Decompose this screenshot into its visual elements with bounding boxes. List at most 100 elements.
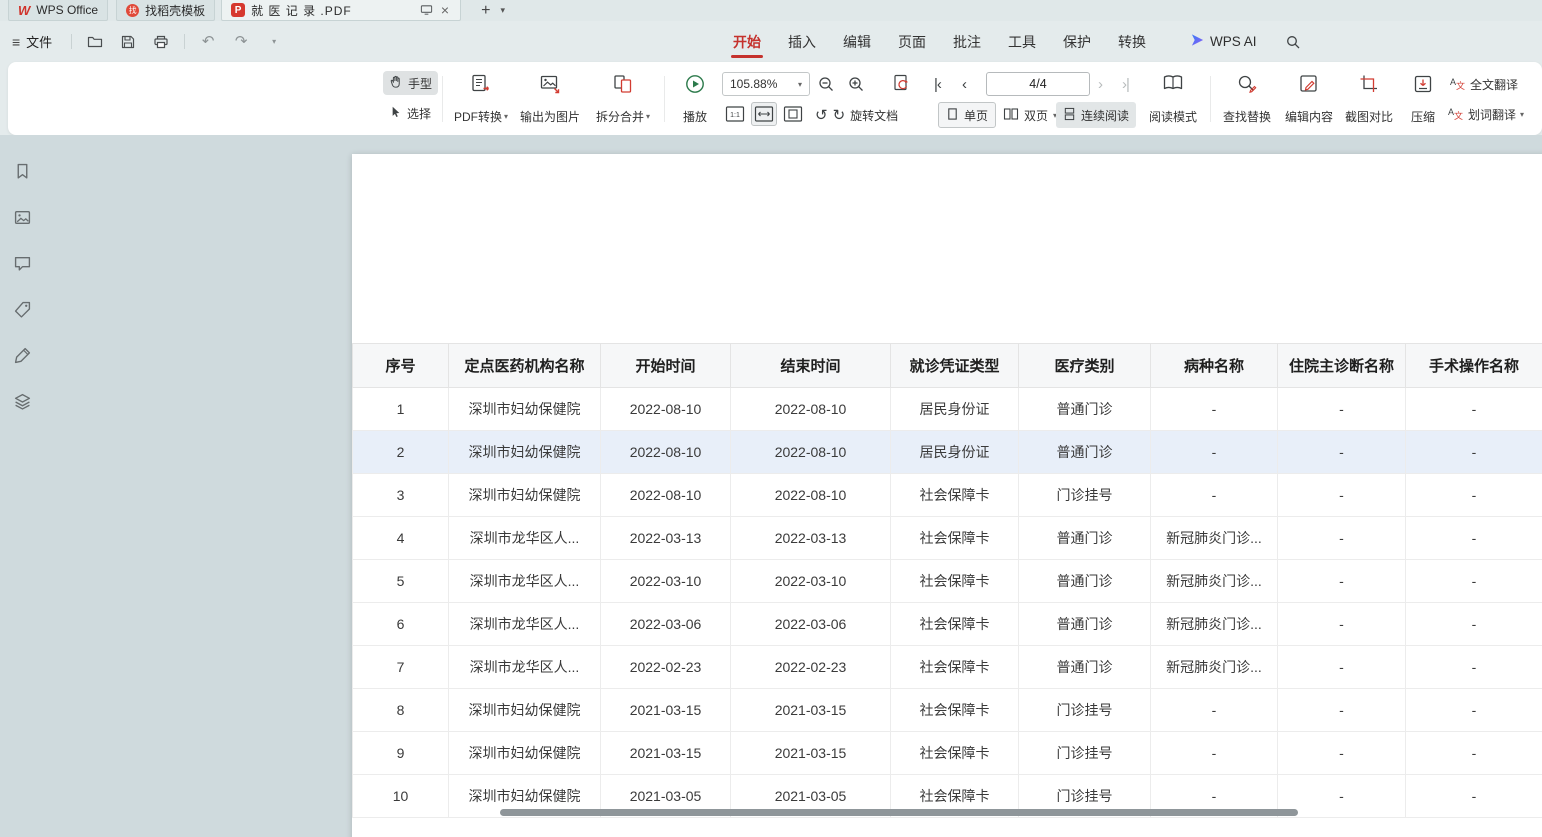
full-translate-button[interactable]: A文 全文翻译 — [1450, 73, 1518, 95]
page-number-input[interactable]: 4/4 — [986, 72, 1090, 96]
read-mode-icon — [1162, 73, 1184, 96]
ribbon-tab-tools[interactable]: 工具 — [1008, 21, 1036, 62]
word-translate-button[interactable]: A文 划词翻译 ▾ — [1448, 103, 1524, 125]
ribbon-tab-protect[interactable]: 保护 — [1063, 21, 1091, 62]
undo-icon[interactable]: ↶ — [198, 31, 218, 53]
play-button[interactable]: 播放 — [672, 70, 718, 128]
table-cell: - — [1406, 689, 1542, 732]
rotate-document-button[interactable]: ↺ ↻ 旋转文档 — [808, 102, 905, 128]
redo-icon[interactable]: ↷ — [231, 31, 251, 53]
zoom-level-select[interactable]: 105.88% ▾ — [722, 72, 810, 96]
comment-icon[interactable] — [10, 251, 34, 275]
table-cell: - — [1151, 732, 1278, 775]
tab-document[interactable]: P 就 医 记 录 .PDF × — [221, 0, 461, 21]
play-label: 播放 — [683, 111, 707, 123]
signature-pen-icon[interactable] — [10, 343, 34, 367]
table-cell: 2021-03-15 — [601, 732, 731, 775]
table-cell: 2021-03-15 — [731, 732, 891, 775]
ribbon-tab-convert[interactable]: 转换 — [1118, 21, 1146, 62]
export-image-label: 输出为图片 — [520, 111, 580, 123]
table-cell: 社会保障卡 — [891, 646, 1019, 689]
thumbnail-icon[interactable] — [10, 205, 34, 229]
ribbon-tab-comment[interactable]: 批注 — [953, 21, 981, 62]
open-folder-icon[interactable] — [85, 31, 105, 53]
double-page-button[interactable]: 双页 ▾ — [996, 102, 1064, 128]
single-page-button[interactable]: 单页 — [938, 102, 996, 128]
tab-label: 找稻壳模板 — [145, 2, 205, 19]
tag-icon[interactable] — [10, 297, 34, 321]
tab-docer[interactable]: 找 找稻壳模板 — [116, 0, 215, 21]
table-cell: 6 — [353, 603, 449, 646]
tab-label: WPS Office — [36, 3, 98, 17]
hand-tool-button[interactable]: 手型 — [383, 71, 438, 95]
screenshot-compare-button[interactable]: 截图对比 — [1340, 70, 1398, 128]
menu-bar: ≡ 文件 ↶ ↷ ▾ 开始插入编辑页面批注工具保护转换 WPS AI — [0, 21, 1542, 62]
table-cell: - — [1406, 474, 1542, 517]
page-zoom-icon[interactable] — [890, 71, 914, 95]
fit-page-button[interactable] — [780, 102, 806, 126]
zoom-out-button[interactable] — [814, 72, 838, 96]
table-cell: 2022-03-13 — [731, 517, 891, 560]
table-cell: 2022-08-10 — [601, 388, 731, 431]
ribbon-tab-insert[interactable]: 插入 — [788, 21, 816, 62]
table-cell: - — [1278, 517, 1406, 560]
edit-content-button[interactable]: 编辑内容 — [1280, 70, 1338, 128]
table-cell: - — [1406, 431, 1542, 474]
find-replace-button[interactable]: 查找替换 — [1218, 70, 1276, 128]
document-area: 序号定点医药机构名称开始时间结束时间就诊凭证类型医疗类别病种名称住院主诊断名称手… — [0, 135, 1542, 837]
monitor-icon[interactable] — [420, 4, 433, 16]
fit-width-button[interactable] — [751, 102, 777, 126]
divider — [664, 76, 665, 122]
actual-size-button[interactable]: 1:1 — [722, 102, 748, 126]
select-tool-button[interactable]: 选择 — [383, 101, 437, 125]
ribbon-tab-home[interactable]: 开始 — [733, 21, 761, 62]
rotate-left-icon[interactable]: ↺ — [815, 106, 828, 124]
tab-wps-home[interactable]: W WPS Office — [8, 0, 108, 21]
table-cell: - — [1278, 603, 1406, 646]
ribbon-tab-edit[interactable]: 编辑 — [843, 21, 871, 62]
compress-icon — [1412, 73, 1434, 98]
next-page-button[interactable]: › — [1098, 72, 1102, 96]
table-cell: 2021-03-15 — [731, 689, 891, 732]
new-tab-button[interactable]: + — [475, 0, 496, 21]
search-icon[interactable] — [1283, 31, 1303, 53]
close-tab-icon[interactable]: × — [439, 3, 451, 17]
compress-button[interactable]: 压缩 — [1402, 70, 1444, 128]
last-page-button[interactable]: ›| — [1122, 72, 1129, 96]
edit-content-icon — [1298, 73, 1320, 98]
table-cell: 普通门诊 — [1019, 431, 1151, 474]
continuous-read-button[interactable]: 连续阅读 — [1056, 102, 1136, 128]
horizontal-scrollbar[interactable] — [500, 809, 1298, 816]
previous-page-button[interactable]: ‹ — [962, 72, 966, 96]
read-mode-button[interactable]: 阅读模式 — [1144, 70, 1202, 128]
ribbon-tab-page[interactable]: 页面 — [898, 21, 926, 62]
split-merge-button[interactable]: 拆分合并▾ — [588, 70, 658, 128]
pdf-convert-button[interactable]: PDF转换▾ — [448, 70, 514, 128]
save-icon[interactable] — [118, 31, 138, 53]
print-icon[interactable] — [151, 31, 171, 53]
table-cell: - — [1406, 603, 1542, 646]
screenshot-compare-label: 截图对比 — [1345, 111, 1393, 123]
double-page-label: 双页 — [1024, 107, 1048, 124]
table-cell: 9 — [353, 732, 449, 775]
table-cell: 普通门诊 — [1019, 646, 1151, 689]
table-cell: 8 — [353, 689, 449, 732]
word-translate-icon: A文 — [1448, 105, 1464, 124]
bookmark-icon[interactable] — [10, 159, 34, 183]
tab-overflow-chevron-icon[interactable]: ▾ — [496, 0, 509, 21]
menu-right-group: WPS AI — [1190, 21, 1303, 62]
file-menu-button[interactable]: ≡ 文件 — [6, 32, 58, 51]
export-image-button[interactable]: 输出为图片 — [514, 70, 586, 128]
history-chevron-icon[interactable]: ▾ — [264, 31, 284, 53]
continuous-read-icon — [1063, 107, 1076, 124]
wps-ai-label: WPS AI — [1210, 34, 1257, 49]
window-tab-bar: W WPS Office 找 找稻壳模板 P 就 医 记 录 .PDF × + … — [0, 0, 1542, 21]
rotate-right-icon[interactable]: ↻ — [833, 106, 846, 124]
zoom-in-button[interactable] — [844, 72, 868, 96]
table-cell: 社会保障卡 — [891, 732, 1019, 775]
wps-ai-button[interactable]: WPS AI — [1190, 33, 1257, 50]
split-merge-label: 拆分合并 — [596, 111, 644, 123]
pdf-convert-icon — [470, 73, 492, 98]
layers-icon[interactable] — [10, 389, 34, 413]
first-page-button[interactable]: |‹ — [934, 72, 941, 96]
